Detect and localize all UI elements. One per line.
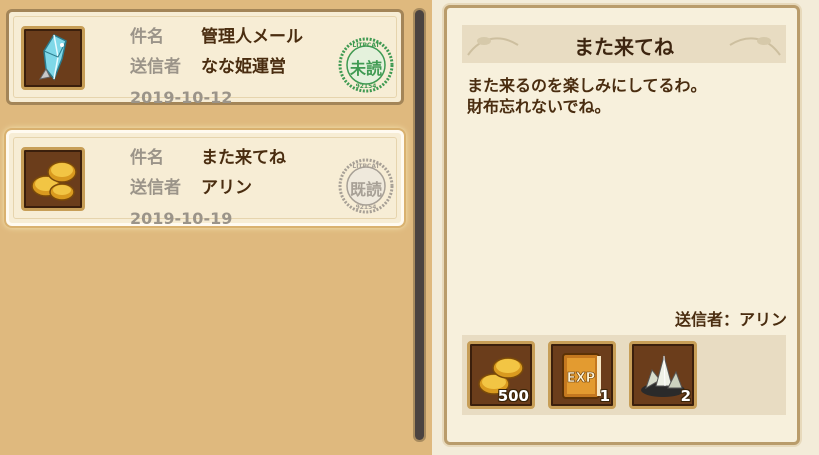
mail-item-unread[interactable]: 件名 管理人メール 送信者 なな姫運営 2019-10-12 LITPCAT 9… xyxy=(6,9,404,107)
scrollbar-thumb[interactable] xyxy=(415,10,424,440)
subject-label: 件名 xyxy=(130,27,164,47)
svg-text:92154: 92154 xyxy=(356,83,377,90)
detail-title: また来てね xyxy=(574,35,674,59)
subject-label: 件名 xyxy=(130,148,164,168)
svg-text:EXP: EXP xyxy=(567,371,595,386)
unread-stamp-icon: LITPCAT 92154 未読 xyxy=(337,36,395,94)
svg-text:LITPCAT: LITPCAT xyxy=(352,42,380,49)
body-text-line-2: 財布忘れないでね。 xyxy=(467,97,611,116)
mail-date: 2019-10-12 xyxy=(130,88,233,107)
sender-label: 送信者 xyxy=(130,57,181,77)
sender-value: アリン xyxy=(201,178,252,198)
detail-title-bar: また来てね xyxy=(462,25,786,63)
sender-label: 送信者 xyxy=(130,178,181,198)
sender-value: なな姫運営 xyxy=(201,57,286,77)
reward-item-gold[interactable]: 500 xyxy=(467,341,535,409)
svg-text:LITPCAT: LITPCAT xyxy=(352,163,380,170)
crystal-icon xyxy=(21,26,85,90)
reward-quantity: 500 xyxy=(497,387,529,405)
stamp-text: 未読 xyxy=(349,59,382,78)
detail-sender: 送信者：アリン xyxy=(674,310,787,329)
reward-quantity: 1 xyxy=(599,387,610,405)
subject-value: 管理人メール xyxy=(201,27,303,47)
mail-list-scrollbar[interactable] xyxy=(413,8,426,442)
reward-item-exp[interactable]: EXP 1 xyxy=(548,341,616,409)
mail-list-panel: 件名 管理人メール 送信者 なな姫運営 2019-10-12 LITPCAT 9… xyxy=(0,0,432,455)
reward-area: 500 EXP 1 2 xyxy=(462,335,786,415)
mail-date: 2019-10-19 xyxy=(130,209,233,228)
reward-item-ore[interactable]: 2 xyxy=(629,341,697,409)
subject-value: また来てね xyxy=(201,148,286,168)
mail-detail-panel: また来てね また来るのを楽しみにしてるわ。 財布忘れないでね。 送信者：アリン … xyxy=(444,5,800,445)
gold-coins-icon xyxy=(21,147,85,211)
read-stamp-icon: LITPCAT 92154 既読 xyxy=(337,157,395,215)
svg-text:92154: 92154 xyxy=(356,204,377,211)
reward-quantity: 2 xyxy=(680,387,691,405)
mail-item-read[interactable]: 件名 また来てね 送信者 アリン 2019-10-19 LITPCAT 9215… xyxy=(6,130,404,228)
stamp-text: 既読 xyxy=(349,180,382,199)
